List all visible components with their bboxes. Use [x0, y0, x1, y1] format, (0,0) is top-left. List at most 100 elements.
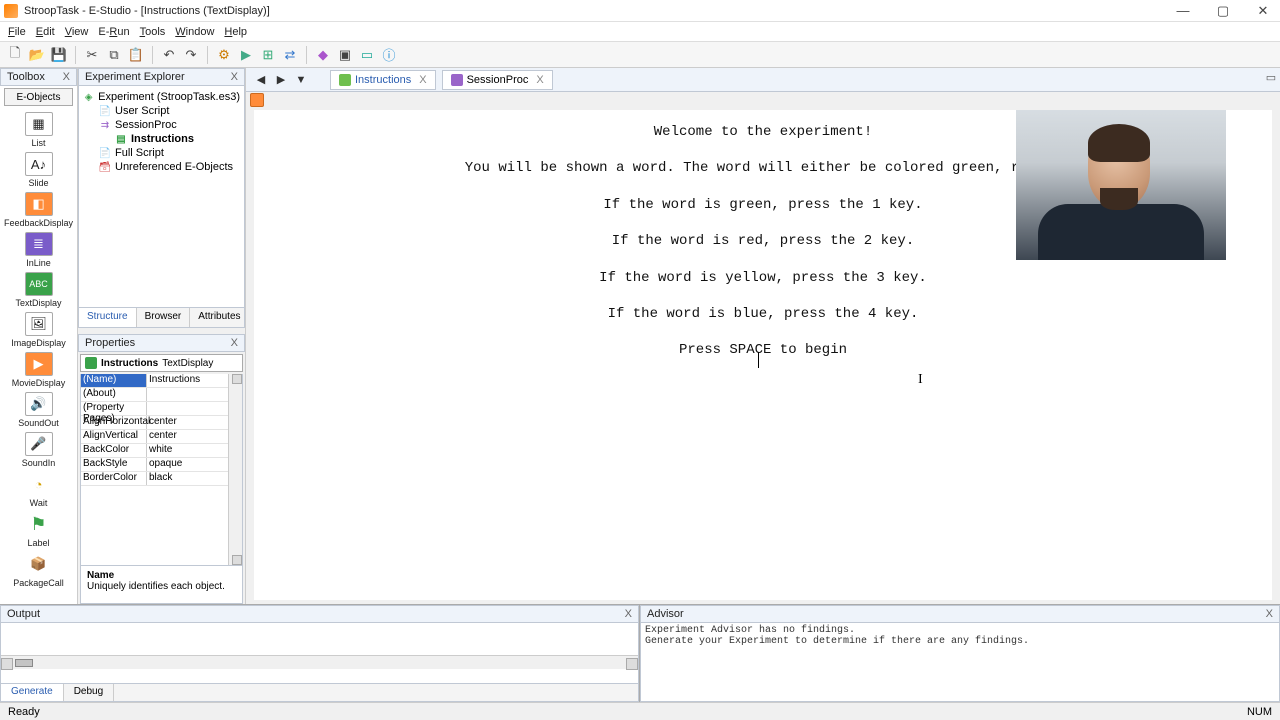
properties-object-combo[interactable]: Instructions TextDisplay	[80, 354, 243, 372]
output-tab-generate[interactable]: Generate	[1, 684, 64, 701]
toolbox-item-soundin[interactable]: 🎤SoundIn	[7, 432, 71, 468]
toolbox-item-soundout[interactable]: 🔊SoundOut	[7, 392, 71, 428]
prop-row-propertypages: (Property Pages)	[81, 402, 228, 416]
nav-back-button[interactable]: ◀	[252, 71, 270, 89]
generate-button[interactable]: ⚙	[215, 46, 233, 64]
info-button[interactable]: ⓘ	[380, 46, 398, 64]
webcam-overlay	[1016, 110, 1226, 260]
proc-tab-icon	[451, 74, 463, 86]
toolbox-item-moviedisplay[interactable]: ▶MovieDisplay	[7, 352, 71, 388]
imagedisplay-icon: 🖼	[25, 312, 53, 336]
tab-instructions-close[interactable]: X	[419, 74, 426, 86]
toggle1-button[interactable]: ◆	[314, 46, 332, 64]
prop-row-alignhorizontal: AlignHorizontalcenter	[81, 416, 228, 430]
menu-help[interactable]: Help	[224, 26, 247, 38]
textdisplay-tree-icon: ▤	[115, 133, 127, 145]
properties-description: Name Uniquely identifies each object.	[80, 566, 243, 604]
experiment-explorer-panel: Experiment Explorer X ◈Experiment (Stroo…	[78, 68, 245, 328]
output-tab-debug[interactable]: Debug	[64, 684, 114, 701]
output-content[interactable]	[0, 623, 639, 684]
textdisplay-small-icon	[85, 357, 97, 369]
textdisplay-icon: ABC	[25, 272, 53, 296]
explorer-tab-attributes[interactable]: Attributes	[190, 308, 249, 327]
properties-close[interactable]: X	[231, 337, 238, 349]
tree-fullscript[interactable]: 📄Full Script	[83, 146, 240, 160]
prop-row-backcolor: BackColorwhite	[81, 444, 228, 458]
close-button[interactable]: ✕	[1250, 2, 1276, 20]
menu-edit[interactable]: Edit	[36, 26, 55, 38]
properties-panel: Properties X Instructions TextDisplay (N…	[78, 334, 245, 604]
instr-line-6: If the word is blue, press the 4 key.	[254, 296, 1272, 332]
prop-row-alignvertical: AlignVerticalcenter	[81, 430, 228, 444]
tree-root[interactable]: ◈Experiment (StroopTask.es3)	[83, 90, 240, 104]
script-icon: 📄	[99, 105, 111, 117]
title-bar: StroopTask - E-Studio - [Instructions (T…	[0, 0, 1280, 22]
explorer-tab-structure[interactable]: Structure	[79, 308, 137, 327]
toolbox-item-packagecall[interactable]: 📦PackageCall	[7, 552, 71, 588]
run-button[interactable]: ▶	[237, 46, 255, 64]
new-button[interactable]: 🗋	[6, 46, 24, 64]
toolbox-combo[interactable]: E-Objects	[4, 88, 73, 106]
cut-button[interactable]: ✂	[83, 46, 101, 64]
editor-restore-button[interactable]: ▭	[1264, 70, 1278, 84]
menu-view[interactable]: View	[65, 26, 89, 38]
output-title: Output	[7, 608, 40, 620]
toggle3-button[interactable]: ▭	[358, 46, 376, 64]
toolbox-item-inline[interactable]: ≣InLine	[7, 232, 71, 268]
nav-down-button[interactable]: ▼	[292, 71, 310, 89]
explorer-tab-browser[interactable]: Browser	[137, 308, 191, 327]
open-button[interactable]: 📂	[28, 46, 46, 64]
menu-tools[interactable]: Tools	[140, 26, 166, 38]
tab-sessionproc[interactable]: SessionProc X	[442, 70, 553, 90]
moviedisplay-icon: ▶	[25, 352, 53, 376]
experiment-tree[interactable]: ◈Experiment (StroopTask.es3) 📄User Scrip…	[78, 86, 245, 308]
menu-window[interactable]: Window	[175, 26, 214, 38]
experiment-icon: ◈	[83, 91, 94, 103]
redo-button[interactable]: ↷	[182, 46, 200, 64]
toolbox-item-wait[interactable]: ◔Wait	[7, 472, 71, 508]
output-scrollbar[interactable]	[1, 655, 638, 669]
tree-instructions[interactable]: ▤Instructions	[83, 132, 240, 146]
paste-button[interactable]: 📋	[127, 46, 145, 64]
tab-sessionproc-close[interactable]: X	[536, 74, 543, 86]
tree-sessionproc[interactable]: ⇉SessionProc	[83, 118, 240, 132]
menu-erun[interactable]: E-Run	[98, 26, 129, 38]
runner-button[interactable]: ⇄	[281, 46, 299, 64]
toolbox-item-list[interactable]: ▦List	[7, 112, 71, 148]
text-cursor-icon: I	[918, 372, 923, 388]
advisor-button[interactable]: ⊞	[259, 46, 277, 64]
prop-row-bordercolor: BorderColorblack	[81, 472, 228, 486]
properties-grid[interactable]: (Name)Instructions (About) (Property Pag…	[81, 374, 228, 565]
advisor-title: Advisor	[647, 608, 684, 620]
explorer-close[interactable]: X	[231, 71, 238, 83]
toggle2-button[interactable]: ▣	[336, 46, 354, 64]
toolbox-item-slide[interactable]: A♪Slide	[7, 152, 71, 188]
advisor-close[interactable]: X	[1266, 608, 1273, 620]
menu-file[interactable]: File	[8, 26, 26, 38]
tree-userscript[interactable]: 📄User Script	[83, 104, 240, 118]
toolbox-item-feedback[interactable]: ◧FeedbackDisplay	[7, 192, 71, 228]
undo-button[interactable]: ↶	[160, 46, 178, 64]
toolbox-item-label[interactable]: ⚑Label	[7, 512, 71, 548]
textdisplay-tab-icon	[339, 74, 351, 86]
inline-icon: ≣	[25, 232, 53, 256]
save-button[interactable]: 💾	[50, 46, 68, 64]
maximize-button[interactable]: ▢	[1210, 2, 1236, 20]
copy-button[interactable]: ⧉	[105, 46, 123, 64]
toolbox-item-imagedisplay[interactable]: 🖼ImageDisplay	[7, 312, 71, 348]
nav-play-button[interactable]: ▶	[272, 71, 290, 89]
minimize-button[interactable]: —	[1170, 2, 1196, 20]
tree-unreferenced[interactable]: 🗃Unreferenced E-Objects	[83, 160, 240, 174]
edit-mode-icon[interactable]	[250, 93, 264, 107]
label-icon: ⚑	[25, 512, 53, 536]
soundout-icon: 🔊	[25, 392, 53, 416]
toolbox-close[interactable]: X	[63, 71, 70, 83]
prop-row-about: (About)	[81, 388, 228, 402]
tab-instructions[interactable]: Instructions X	[330, 70, 436, 90]
properties-scrollbar[interactable]	[228, 374, 242, 565]
fullscript-icon: 📄	[99, 147, 111, 159]
text-editor[interactable]: Welcome to the experiment! You will be s…	[254, 110, 1272, 600]
toolbox-item-textdisplay[interactable]: ABCTextDisplay	[7, 272, 71, 308]
output-close[interactable]: X	[625, 608, 632, 620]
status-text: Ready	[8, 706, 40, 718]
